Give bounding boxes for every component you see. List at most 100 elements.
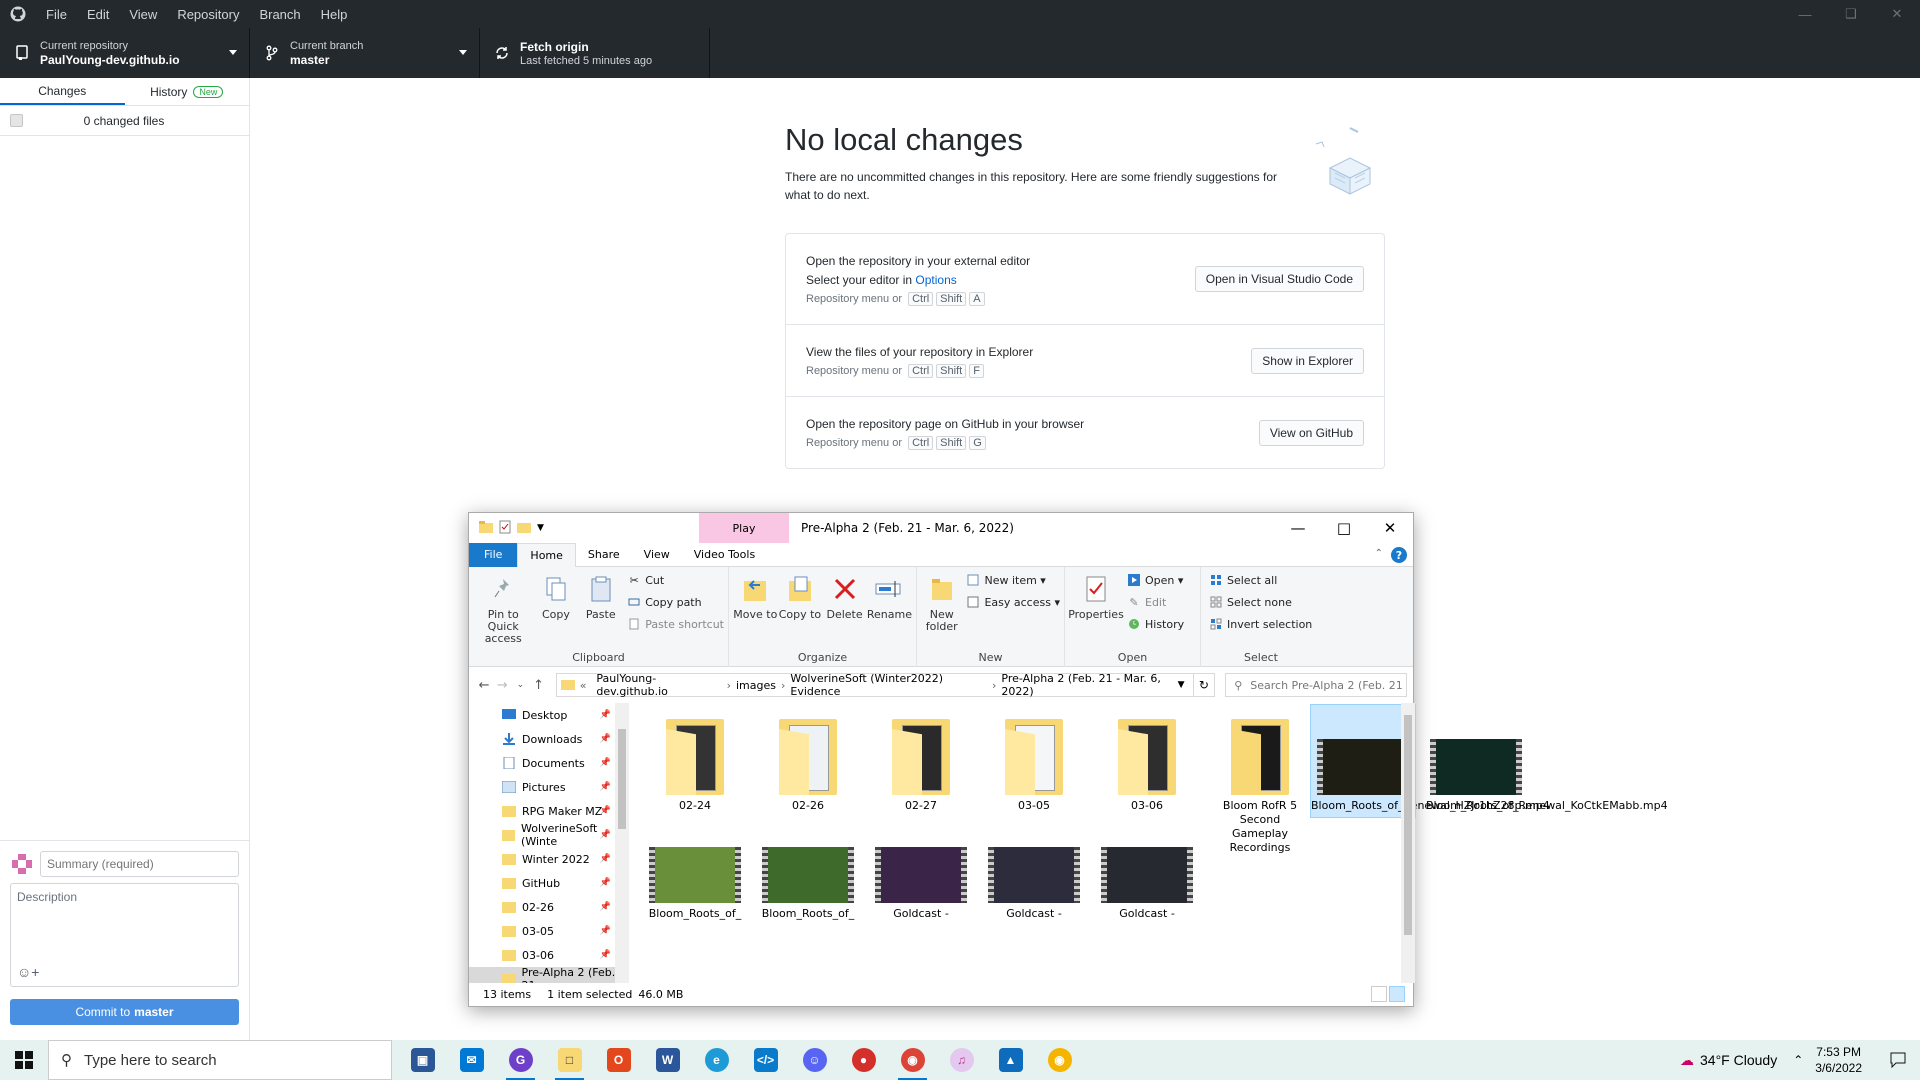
large-icons-view-icon[interactable] [1389, 986, 1405, 1002]
open-button[interactable]: Open ▾ [1127, 571, 1184, 589]
back-arrow-icon[interactable]: ← [475, 678, 493, 693]
select-all-checkbox[interactable] [10, 114, 23, 127]
refresh-icon[interactable]: ↻ [1193, 673, 1216, 697]
view-on-github-button[interactable]: View on GitHub [1258, 419, 1364, 446]
chevron-right-icon[interactable]: › [781, 679, 785, 692]
file-item[interactable]: Goldcast - [873, 843, 969, 921]
nav-scrollbar[interactable] [615, 703, 629, 983]
restore-icon[interactable]: ❑ [1828, 0, 1874, 28]
close-icon[interactable]: ✕ [1874, 0, 1920, 28]
notification-icon[interactable] [1876, 1040, 1920, 1080]
github-desktop-icon[interactable]: G [496, 1040, 545, 1080]
chrome-icon[interactable]: ◉ [888, 1040, 937, 1080]
content-scrollbar[interactable] [1401, 703, 1415, 983]
chevron-right-icon[interactable]: › [727, 679, 731, 692]
menu-edit[interactable]: Edit [77, 7, 119, 22]
copy-path-button[interactable]: Copy path [627, 593, 724, 611]
invert-selection-button[interactable]: Invert selection [1209, 615, 1312, 633]
nav-github[interactable]: GitHub 📌 [469, 871, 629, 895]
show-in-explorer-button[interactable]: Show in Explorer [1251, 347, 1364, 374]
address-dropdown-icon[interactable]: ▼ [1178, 680, 1185, 690]
itunes-icon[interactable]: ♫ [937, 1040, 986, 1080]
nav-02-26[interactable]: 02-26 📌 [469, 895, 629, 919]
current-branch-button[interactable]: Current branch master [250, 28, 480, 78]
description-field[interactable]: Description ☺+ [10, 883, 239, 987]
address-bar[interactable]: « PaulYoung-dev.github.io › images › Wolve… [555, 672, 1194, 698]
nav-downloads[interactable]: Downloads 📌 [469, 727, 629, 751]
collapse-ribbon-icon[interactable]: ⌃ [1375, 548, 1383, 559]
summary-input[interactable] [40, 851, 239, 877]
help-icon[interactable]: ? [1391, 547, 1407, 563]
breadcrumb-current[interactable]: Pre-Alpha 2 (Feb. 21 - Mar. 6, 2022) [1001, 672, 1187, 698]
up-arrow-icon[interactable]: ↑ [530, 678, 548, 693]
tab-home[interactable]: Home [517, 542, 576, 567]
file-item[interactable]: 02-27 [873, 705, 969, 813]
scroll-thumb[interactable] [1404, 715, 1412, 935]
nav-documents[interactable]: Documents 📌 [469, 751, 629, 775]
tab-share[interactable]: Share [576, 543, 632, 567]
customize-qat-icon[interactable]: ▼ [537, 523, 544, 533]
cut-button[interactable]: ✂ Cut [627, 571, 724, 589]
nav-pre-alpha-2[interactable]: Pre-Alpha 2 (Feb. 21 [469, 966, 629, 983]
file-item[interactable]: Goldcast - [986, 843, 1082, 921]
tab-video-tools[interactable]: Video Tools [682, 543, 767, 567]
search-box[interactable]: ⚲ Search Pre-Alpha 2 (Feb. 21 - M... [1225, 673, 1407, 697]
menu-repository[interactable]: Repository [167, 7, 249, 22]
breadcrumb-evidence[interactable]: WolverineSoft (Winter2022) Evidence [790, 672, 987, 698]
menu-branch[interactable]: Branch [249, 7, 310, 22]
file-item[interactable]: Bloom_Roots_of_ [647, 843, 743, 921]
clock[interactable]: 7:53 PM 3/6/2022 [1815, 1044, 1862, 1076]
nav-wolverinesoft[interactable]: WolverineSoft (Winte 📌 [469, 822, 629, 848]
nav-winter-2022[interactable]: Winter 2022 📌 [469, 847, 629, 871]
maximize-icon[interactable]: □ [1321, 513, 1367, 543]
current-repository-button[interactable]: Current repository PaulYoung-dev.github.… [0, 28, 250, 78]
file-item[interactable]: 03-06 [1099, 705, 1195, 813]
pin-icon[interactable]: 📌 [600, 782, 611, 792]
file-item-selected[interactable]: Bloom_Roots_of_Renewal_HZJr1hZ28p.mp4 [1310, 704, 1550, 818]
pin-icon[interactable]: 📌 [600, 854, 611, 864]
properties-icon[interactable] [499, 520, 511, 537]
pin-icon[interactable]: 📌 [600, 902, 611, 912]
options-link[interactable]: Options [915, 273, 956, 287]
chevron-right-icon[interactable]: › [992, 679, 996, 692]
windows-start-icon[interactable] [0, 1040, 48, 1080]
menu-view[interactable]: View [119, 7, 167, 22]
nav-rpg-maker[interactable]: RPG Maker MZ 📌 [469, 799, 629, 823]
file-item[interactable]: Bloom_Roots_of_ [760, 843, 856, 921]
open-in-editor-button[interactable]: Open in Visual Studio Code [1194, 266, 1364, 292]
add-coauthor-icon[interactable]: ☺+ [17, 964, 39, 980]
forward-arrow-icon[interactable]: → [493, 678, 511, 693]
app-red-icon[interactable]: ● [839, 1040, 888, 1080]
pin-icon[interactable]: 📌 [600, 734, 611, 744]
file-item[interactable]: 02-24 [647, 705, 743, 813]
close-icon[interactable]: ✕ [1367, 513, 1413, 543]
store-icon[interactable]: ▣ [398, 1040, 447, 1080]
breadcrumb-repo[interactable]: PaulYoung-dev.github.io [596, 672, 721, 698]
pin-icon[interactable]: 📌 [600, 926, 611, 936]
tab-changes[interactable]: Changes [0, 78, 125, 105]
file-item[interactable]: Bloom RofR 5 Second Gameplay Recordings [1212, 705, 1308, 855]
edge-icon[interactable]: e [692, 1040, 741, 1080]
office-icon[interactable]: O [594, 1040, 643, 1080]
new-folder-icon[interactable] [517, 521, 531, 536]
pin-icon[interactable]: 📌 [600, 710, 611, 720]
paste-shortcut-button[interactable]: Paste shortcut [627, 615, 724, 633]
nav-03-06[interactable]: 03-06 📌 [469, 943, 629, 967]
file-item[interactable]: 02-26 [760, 705, 856, 813]
select-all-button[interactable]: Select all [1209, 571, 1312, 589]
play-contextual-tab[interactable]: Play [699, 513, 789, 543]
minimize-icon[interactable]: — [1275, 513, 1321, 543]
pin-icon[interactable]: 📌 [600, 830, 611, 840]
menu-file[interactable]: File [36, 7, 77, 22]
pin-icon[interactable]: 📌 [600, 950, 611, 960]
breadcrumb-images[interactable]: images [736, 679, 776, 692]
weather-widget[interactable]: ☁ 34°F Cloudy [1680, 1052, 1777, 1069]
pin-icon[interactable]: 📌 [600, 806, 611, 816]
nav-pictures[interactable]: Pictures 📌 [469, 775, 629, 799]
show-hidden-icons-icon[interactable]: ⌃ [1793, 1053, 1803, 1067]
scroll-thumb[interactable] [618, 729, 626, 829]
commit-button[interactable]: Commit to master [10, 999, 239, 1025]
overflow-chevron-icon[interactable]: « [580, 679, 587, 692]
nav-03-05[interactable]: 03-05 📌 [469, 919, 629, 943]
vscode-icon[interactable]: </> [741, 1040, 790, 1080]
